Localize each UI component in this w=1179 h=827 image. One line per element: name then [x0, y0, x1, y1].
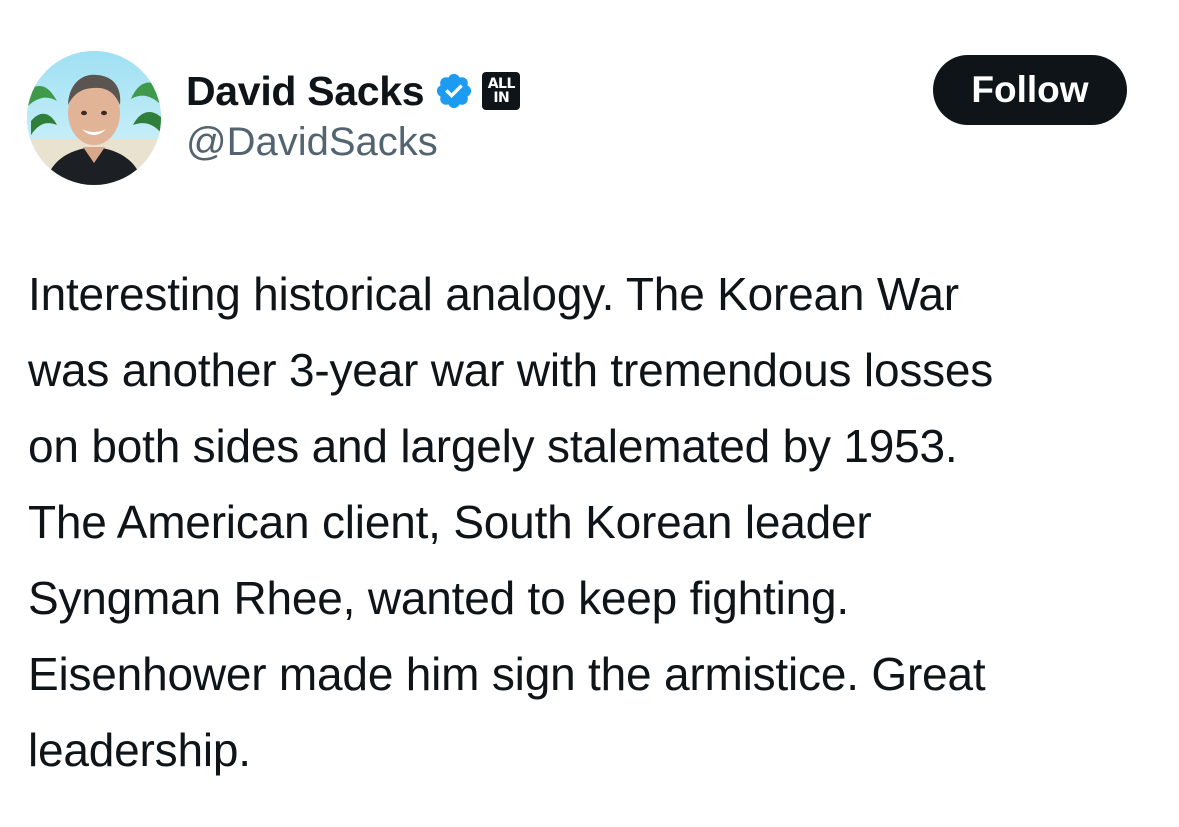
- tweet-text-line: on both sides and largely stalemated by …: [28, 420, 958, 472]
- follow-button[interactable]: Follow: [933, 55, 1127, 125]
- tweet-text: Interesting historical analogy. The Kore…: [28, 256, 1148, 788]
- affiliate-badge-line2: IN: [493, 90, 510, 106]
- tweet-text-line: Interesting historical analogy. The Kore…: [28, 268, 959, 320]
- affiliate-badge-icon[interactable]: ALL IN: [482, 72, 521, 110]
- tweet-text-line: The American client, South Korean leader: [28, 496, 872, 548]
- tweet-card: David Sacks ALL IN @DavidSacks Follow In…: [0, 0, 1179, 827]
- tweet-text-line: Syngman Rhee, wanted to keep fighting.: [28, 572, 849, 624]
- tweet-text-line: Eisenhower made him sign the armistice. …: [28, 648, 986, 700]
- author-name-row: David Sacks ALL IN: [186, 66, 521, 116]
- tweet-text-line: was another 3-year war with tremendous l…: [28, 344, 994, 396]
- author-display-name[interactable]: David Sacks: [186, 68, 425, 115]
- verified-badge-icon[interactable]: [434, 71, 474, 111]
- affiliate-badge-line1: ALL: [487, 76, 516, 92]
- avatar[interactable]: [27, 51, 161, 185]
- tweet-text-line: leadership.: [28, 724, 251, 776]
- avatar-photo: [27, 51, 161, 185]
- author-handle[interactable]: @DavidSacks: [186, 120, 438, 165]
